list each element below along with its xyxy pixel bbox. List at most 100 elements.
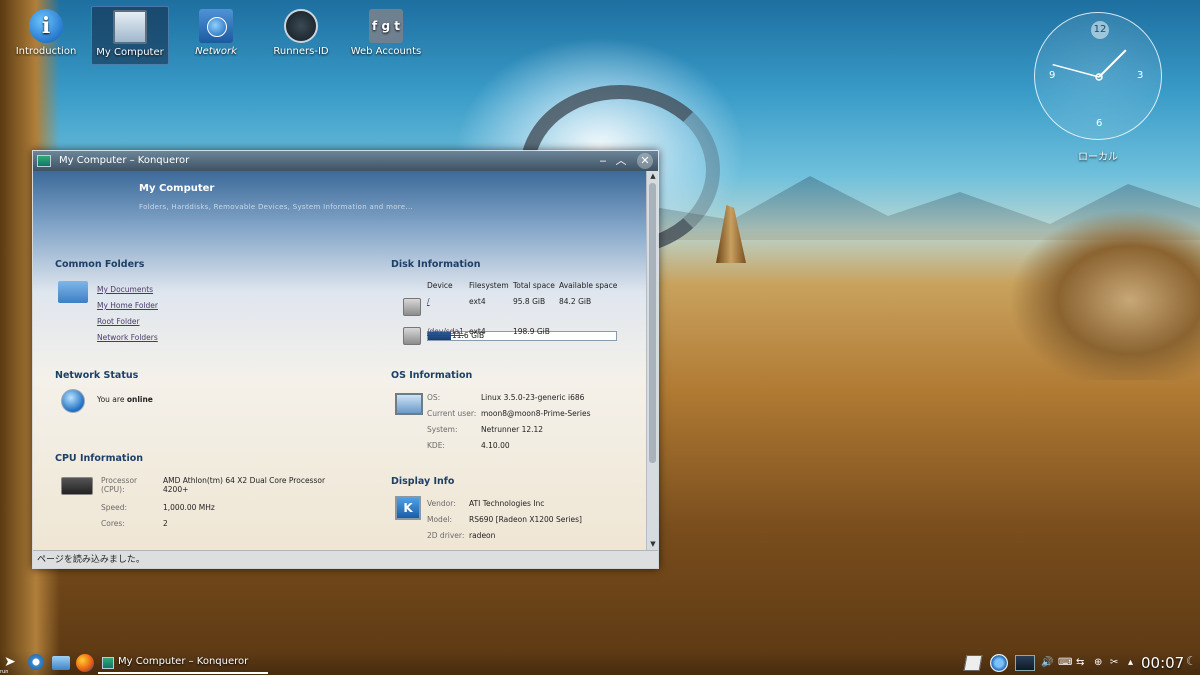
cpu-processor-value: AMD Athlon(tm) 64 X2 Dual Core Processor… bbox=[163, 476, 326, 494]
minimize-button[interactable]: ‒ bbox=[595, 153, 611, 169]
harddisk-icon bbox=[403, 327, 421, 345]
disk-col-device: Device bbox=[427, 281, 453, 290]
harddisk-icon bbox=[403, 298, 421, 316]
model-label: Model: bbox=[427, 515, 453, 524]
disk-col-available: Available space bbox=[559, 281, 618, 290]
cpu-processor-label: Processor (CPU): bbox=[101, 476, 138, 494]
desktop-icon-network[interactable]: Network bbox=[176, 6, 256, 66]
keyboard-icon[interactable]: ⌨ bbox=[1058, 657, 1072, 668]
link-my-home-folder[interactable]: My Home Folder bbox=[97, 301, 158, 310]
network-status-text: You are online bbox=[97, 395, 153, 404]
desktop-icon-introduction[interactable]: i Introduction bbox=[6, 6, 86, 66]
vendor-label: Vendor: bbox=[427, 499, 456, 508]
disk-col-total: Total space bbox=[513, 281, 555, 290]
window-title: My Computer – Konqueror bbox=[59, 155, 190, 166]
cpu-info-heading: CPU Information bbox=[55, 453, 143, 464]
computer-icon bbox=[395, 393, 423, 415]
desktop-icon-label: Runners-ID bbox=[273, 46, 329, 57]
disk-filesystem: ext4 bbox=[469, 327, 486, 336]
system-label: System: bbox=[427, 425, 458, 434]
cpu-speed-label: Speed: bbox=[101, 503, 128, 512]
clock-hour-hand bbox=[1098, 49, 1127, 78]
runners-id-icon bbox=[284, 9, 318, 43]
logout-icon[interactable]: ☾ bbox=[1186, 654, 1197, 668]
os-value: Linux 3.5.0-23-generic i686 bbox=[481, 393, 585, 402]
desktop-icon-runners-id[interactable]: Runners-ID bbox=[261, 6, 341, 66]
maximize-button[interactable]: ︿ bbox=[613, 153, 629, 169]
run-label: run bbox=[0, 669, 9, 675]
clock-minute-hand bbox=[1052, 63, 1100, 78]
panel-clock-time[interactable]: 00:07 bbox=[1141, 654, 1184, 672]
desktop-icon-label: Web Accounts bbox=[350, 46, 422, 57]
disk-device-link[interactable]: / bbox=[427, 297, 430, 306]
settings-gear-icon[interactable] bbox=[28, 654, 44, 670]
konqueror-task-icon bbox=[102, 657, 114, 669]
globe-icon bbox=[61, 389, 85, 413]
desktop-icon-web-accounts[interactable]: f g t Web Accounts bbox=[346, 6, 426, 66]
clock-timezone-label: ローカル bbox=[1078, 152, 1118, 163]
link-root-folder[interactable]: Root Folder bbox=[97, 317, 140, 326]
cpu-cores-label: Cores: bbox=[101, 519, 125, 528]
kde-display-icon: K bbox=[395, 496, 421, 520]
disk-device-link[interactable]: /dev/sda1 bbox=[427, 327, 464, 336]
system-value: Netrunner 12.12 bbox=[481, 425, 544, 434]
model-value: RS690 [Radeon X1200 Series] bbox=[469, 515, 582, 524]
analog-clock[interactable]: 12 3 6 9 bbox=[1034, 12, 1162, 140]
link-my-documents[interactable]: My Documents bbox=[97, 285, 153, 294]
folder-icon bbox=[58, 281, 88, 303]
scroll-up-arrow-icon[interactable]: ▲ bbox=[647, 171, 659, 181]
desktop-icon-my-computer[interactable]: My Computer bbox=[91, 6, 169, 65]
konqueror-window[interactable]: My Computer – Konqueror ‒ ︿ ✕ My Compute… bbox=[32, 150, 659, 569]
kde-label: KDE: bbox=[427, 441, 445, 450]
current-user-label: Current user: bbox=[427, 409, 477, 418]
vendor-value: ATI Technologies Inc bbox=[469, 499, 545, 508]
disk-total: 198.9 GiB bbox=[513, 327, 550, 336]
tray-expand-icon[interactable]: ▴ bbox=[1128, 657, 1133, 668]
network-folder-icon bbox=[199, 9, 233, 43]
desktop-icon-label: Network bbox=[195, 46, 237, 57]
close-button[interactable]: ✕ bbox=[637, 153, 653, 169]
clock-hands bbox=[1052, 49, 1127, 81]
cpu-icon bbox=[61, 477, 93, 495]
page-title: My Computer bbox=[139, 183, 215, 194]
scroll-down-arrow-icon[interactable]: ▼ bbox=[647, 539, 659, 549]
network-tray-icon[interactable]: ⇆ bbox=[1076, 657, 1084, 668]
driver-label: 2D driver: bbox=[427, 531, 465, 540]
konqueror-app-icon[interactable] bbox=[37, 155, 51, 167]
notes-tray-icon[interactable] bbox=[963, 655, 983, 671]
cpu-cores-value: 2 bbox=[163, 519, 168, 528]
network-status-prefix: You are bbox=[97, 395, 127, 404]
computer-icon bbox=[113, 10, 147, 44]
updates-icon[interactable]: ⊕ bbox=[1094, 657, 1102, 668]
disk-col-filesystem: Filesystem bbox=[469, 281, 509, 290]
volume-icon[interactable]: 🔊 bbox=[1041, 657, 1053, 668]
display-info-heading: Display Info bbox=[391, 476, 455, 487]
scrollbar-thumb[interactable] bbox=[649, 183, 656, 463]
web-accounts-icon: f g t bbox=[369, 9, 403, 43]
status-bar: ページを読み込みました。 bbox=[33, 550, 658, 568]
vertical-scrollbar[interactable]: ▲ ▼ bbox=[646, 171, 658, 550]
page-subtitle: Folders, Harddisks, Removable Devices, S… bbox=[139, 203, 413, 211]
desktop-icon-label: My Computer bbox=[96, 47, 164, 58]
terminal-tray-icon[interactable] bbox=[1015, 655, 1035, 671]
firefox-icon[interactable] bbox=[76, 654, 94, 672]
os-info-heading: OS Information bbox=[391, 370, 473, 381]
info-icon: i bbox=[29, 9, 63, 43]
clipboard-scissors-icon[interactable]: ✂ bbox=[1110, 657, 1118, 668]
desktop-icon-label: Introduction bbox=[15, 46, 77, 57]
disk-filesystem: ext4 bbox=[469, 297, 486, 306]
disk-total: 95.8 GiB bbox=[513, 297, 546, 306]
taskbar-item-konqueror[interactable]: My Computer – Konqueror bbox=[118, 656, 248, 667]
cpu-speed-value: 1,000.00 MHz bbox=[163, 503, 215, 512]
window-titlebar[interactable]: My Computer – Konqueror ‒ ︿ ✕ bbox=[33, 151, 658, 171]
link-network-folders[interactable]: Network Folders bbox=[97, 333, 158, 342]
browser-tray-icon[interactable] bbox=[990, 654, 1008, 672]
disk-info-heading: Disk Information bbox=[391, 259, 481, 270]
kde-value: 4.10.00 bbox=[481, 441, 510, 450]
disk-available: 84.2 GiB bbox=[559, 297, 592, 306]
network-status-heading: Network Status bbox=[55, 370, 139, 381]
page-content: My Computer Folders, Harddisks, Removabl… bbox=[33, 171, 646, 550]
file-manager-icon[interactable] bbox=[52, 656, 70, 670]
os-label: OS: bbox=[427, 393, 441, 402]
active-task-indicator bbox=[98, 672, 268, 674]
